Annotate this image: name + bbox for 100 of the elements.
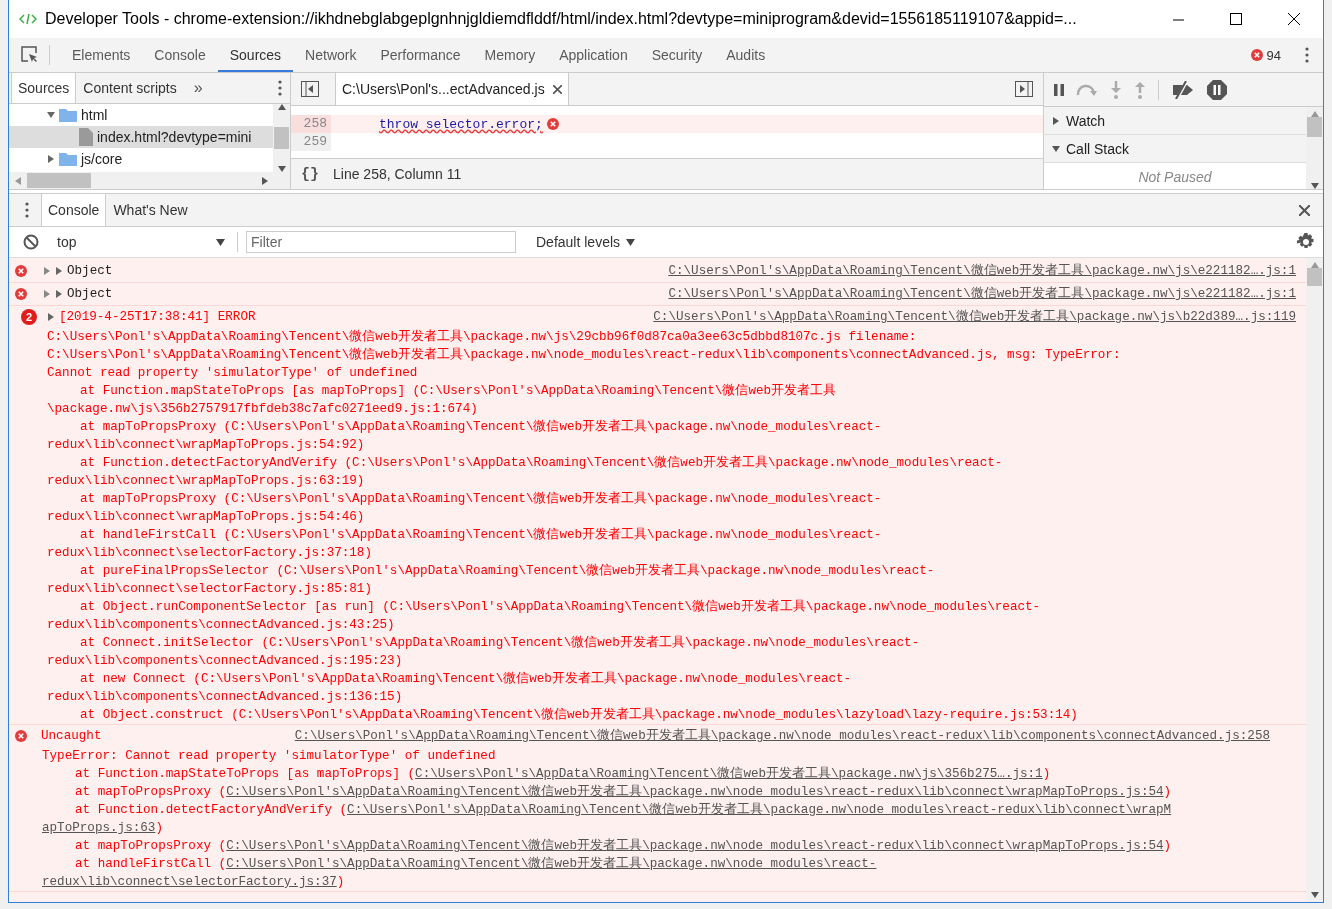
context-select[interactable]: top bbox=[53, 234, 229, 250]
message-text: at handleFirstCall (C:\Users\Ponl's\AppData\Roaming\Tencent\微信web开发者工具\package.nw\node_modules\react- bbox=[80, 528, 882, 542]
scroll-thumb[interactable] bbox=[1307, 268, 1322, 286]
levels-dropdown[interactable]: Default levels bbox=[530, 233, 642, 251]
window-title: Developer Tools - chrome-extension://ikhdnebglabgeplgnhnjgldiemdflddf/html/index.html?devtype=miniprogram&devid=1556185119107&appid=... bbox=[45, 10, 1078, 28]
error-icon bbox=[1250, 49, 1263, 61]
deactivate-breakpoints-icon[interactable] bbox=[1171, 80, 1195, 99]
navigator-tab[interactable]: Sources bbox=[11, 73, 77, 103]
section-header[interactable]: Call Stack bbox=[1066, 140, 1130, 157]
close-icon[interactable] bbox=[552, 84, 562, 94]
panel-tab[interactable]: Console bbox=[142, 38, 218, 72]
scrollbar[interactable] bbox=[1306, 107, 1323, 189]
panel-tab[interactable]: Security bbox=[639, 38, 715, 72]
error-icon bbox=[546, 118, 559, 130]
source-link[interactable]: apToProps.js:63 bbox=[42, 821, 156, 835]
drawer-tab[interactable]: Console bbox=[41, 194, 107, 226]
source-link[interactable]: C:\Users\Ponl's\AppData\Roaming\Tencent\微信web开发者工具\package.nw\node_modules\react-redux\lib\connect\wrapMapToProps.js:54 bbox=[226, 785, 1164, 799]
maximize-icon[interactable] bbox=[1230, 13, 1242, 25]
panel-tab[interactable]: Elements bbox=[60, 38, 143, 72]
scrollbar[interactable] bbox=[1306, 258, 1323, 902]
panel-tab[interactable]: Audits bbox=[714, 38, 778, 72]
tree-item[interactable]: html bbox=[81, 107, 108, 123]
source-link[interactable]: C:\Users\Ponl's\AppData\Roaming\Tencent\微信web开发者工具\package.nw\node_modules\react-redux\lib\connect\wrapMapToProps.js:54 bbox=[226, 839, 1164, 853]
error-icon bbox=[15, 265, 27, 277]
message-text: ) bbox=[1163, 785, 1172, 799]
message-text: at Connect.initSelector (C:\Users\Ponl's\AppData\Roaming\Tencent\微信web开发者工具\package.nw\node_modules\react- bbox=[80, 636, 920, 650]
pause-on-exceptions-icon[interactable] bbox=[1207, 79, 1227, 100]
tree-item[interactable]: js/core bbox=[81, 151, 123, 167]
message-text: redux\lib\components\connectAdvanced.js:195:23) bbox=[47, 654, 403, 668]
line-number: 259 bbox=[291, 133, 331, 151]
scrollbar[interactable] bbox=[9, 172, 290, 189]
scroll-thumb[interactable] bbox=[274, 127, 289, 149]
scroll-down-icon[interactable] bbox=[1310, 183, 1319, 189]
source-link[interactable]: C:\Users\Ponl's\AppData\Roaming\Tencent\微信web开发者工具\package.nw\js\e221182….js:1 bbox=[668, 262, 1296, 280]
message-text: redux\lib\connect\wrapMapToProps.js:54:46) bbox=[47, 510, 365, 524]
message-text: at handleFirstCall ( bbox=[75, 857, 227, 871]
message-text[interactable]: [2019-4-25T17:38:41] ERROR bbox=[59, 308, 256, 326]
code-icon bbox=[19, 13, 37, 25]
message-text: redux\lib\connect\wrapMapToProps.js:54:92) bbox=[47, 438, 365, 452]
scrollbar[interactable] bbox=[273, 104, 290, 172]
source-link[interactable]: C:\Users\Ponl's\AppData\Roaming\Tencent\微信web开发者工具\package.nw\node_modules\react- bbox=[226, 857, 877, 871]
expanded-caret-icon[interactable] bbox=[1052, 144, 1060, 153]
message-text: ) bbox=[155, 821, 163, 835]
panel-tab[interactable]: Performance bbox=[368, 38, 473, 72]
source-link[interactable]: redux\lib\connect\selectorFactory.js:37 bbox=[42, 875, 337, 889]
cursor-position: Line 258, Column 11 bbox=[333, 166, 462, 182]
pause-icon[interactable] bbox=[1054, 83, 1064, 96]
source-link[interactable]: C:\Users\Ponl's\AppData\Roaming\Tencent\微信web开发者工具\package.nw\node_modules\react-redux\lib\connect\wrapM bbox=[347, 803, 1172, 817]
source-link[interactable]: C:\Users\Ponl's\AppData\Roaming\Tencent\微信web开发者工具\package.nw\node_modules\react-redux\lib\components\connectAdvanced.js:258 bbox=[294, 727, 1270, 745]
message-text: at Function.mapStateToProps [as mapToProps] ( bbox=[75, 767, 416, 781]
settings-icon[interactable] bbox=[1297, 233, 1315, 251]
repeat-count: 2 bbox=[21, 309, 37, 325]
navigator-tab[interactable]: Content scripts bbox=[76, 73, 184, 103]
message-text: ) bbox=[1163, 839, 1172, 853]
message-text: at Object.construct (C:\Users\Ponl's\AppData\Roaming\Tencent\微信web开发者工具\package.nw\node_modules\lazyload\lazy-require.js:53:14) bbox=[80, 708, 1078, 722]
file-tab[interactable]: C:\Users\Ponl's...ectAdvanced.js bbox=[335, 73, 569, 105]
message-text: C:\Users\Ponl's\AppData\Roaming\Tencent\微信web开发者工具\package.nw\node_modules\react-redux\lib\components\connectAdvanced.js, msg: TypeError: bbox=[47, 348, 1121, 362]
clear-console-icon[interactable] bbox=[23, 234, 39, 250]
close-icon[interactable] bbox=[1288, 13, 1300, 25]
collapsed-caret-icon[interactable] bbox=[1052, 116, 1060, 125]
source-link[interactable]: C:\Users\Ponl's\AppData\Roaming\Tencent\微信web开发者工具\package.nw\js\b22d389….js:119 bbox=[653, 308, 1296, 326]
more-tabs-button[interactable]: » bbox=[183, 73, 213, 103]
source-link[interactable]: C:\Users\Ponl's\AppData\Roaming\Tencent\微信web开发者工具\package.nw\js\e221182….js:1 bbox=[668, 285, 1296, 303]
panel-tab[interactable]: Memory bbox=[472, 38, 548, 72]
panel-tab[interactable]: Network bbox=[293, 38, 369, 72]
message-text: at mapToPropsProxy ( bbox=[75, 785, 227, 799]
section-header[interactable]: Watch bbox=[1066, 112, 1106, 129]
source-link[interactable]: C:\Users\Ponl's\AppData\Roaming\Tencent\微信web开发者工具\package.nw\js\356b275….js:1 bbox=[415, 767, 1043, 781]
message-text: redux\lib\components\connectAdvanced.js:136:15) bbox=[47, 690, 403, 704]
message-text: at Function.detectFactoryAndVerify ( bbox=[75, 803, 348, 817]
message-text: at Function.detectFactoryAndVerify (C:\Users\Ponl's\AppData\Roaming\Tencent\微信web开发者工具\package.nw\node_modules\react- bbox=[80, 456, 1003, 470]
scroll-down-icon[interactable] bbox=[1310, 892, 1319, 898]
message-text: at pureFinalPropsSelector (C:\Users\Ponl's\AppData\Roaming\Tencent\微信web开发者工具\package.nw\node_modules\react- bbox=[80, 564, 935, 578]
error-icon bbox=[15, 730, 27, 742]
error-count[interactable]: 94 bbox=[1266, 47, 1281, 63]
object-label[interactable]: Object bbox=[67, 285, 113, 303]
line-number: 258 bbox=[291, 115, 331, 133]
code-line: throw selector.error; bbox=[378, 116, 543, 132]
message-text: Cannot read property 'simulatorType' of undefined bbox=[47, 366, 418, 380]
object-label[interactable]: Object bbox=[67, 262, 113, 280]
message-text: at Object.runComponentSelector [as run] (C:\Users\Ponl's\AppData\Roaming\Tencent\微信web开发者工具\package.nw\node_modules\react- bbox=[80, 600, 1041, 614]
drawer-tab[interactable]: What's New bbox=[106, 194, 195, 226]
message-text: \package.nw\js\356b2757917fbfdeb38c7afc0271eed9.js:1:674) bbox=[47, 402, 478, 416]
message-text: at mapToPropsProxy ( bbox=[75, 839, 227, 853]
message-text: at mapToPropsProxy (C:\Users\Ponl's\AppData\Roaming\Tencent\微信web开发者工具\package.nw\node_modules\react- bbox=[80, 420, 882, 434]
dropdown-caret-icon[interactable] bbox=[626, 238, 636, 246]
dropdown-caret-icon[interactable] bbox=[216, 238, 225, 246]
collapsed-caret-icon[interactable] bbox=[47, 313, 55, 321]
collapsed-caret-icon[interactable] bbox=[47, 155, 55, 163]
scroll-thumb[interactable] bbox=[1307, 117, 1322, 137]
message-text: redux\lib\connect\wrapMapToProps.js:63:19) bbox=[47, 474, 365, 488]
pretty-print-button[interactable]: {} bbox=[301, 165, 319, 183]
scroll-right-icon[interactable] bbox=[262, 176, 268, 185]
expanded-caret-icon[interactable] bbox=[47, 111, 55, 119]
scroll-thumb[interactable] bbox=[27, 173, 91, 188]
message-text: C:\Users\Ponl's\AppData\Roaming\Tencent\微信web开发者工具\package.nw\js\29cbb96f0d87ca0a3ee63c5dbbd8107c.js filename: bbox=[47, 330, 917, 344]
message-text: redux\lib\connect\selectorFactory.js:85:81) bbox=[47, 582, 372, 596]
message-text: ) bbox=[336, 875, 345, 889]
filter-field[interactable]: Filter bbox=[246, 231, 516, 253]
panel-tab[interactable]: Application bbox=[547, 38, 640, 72]
